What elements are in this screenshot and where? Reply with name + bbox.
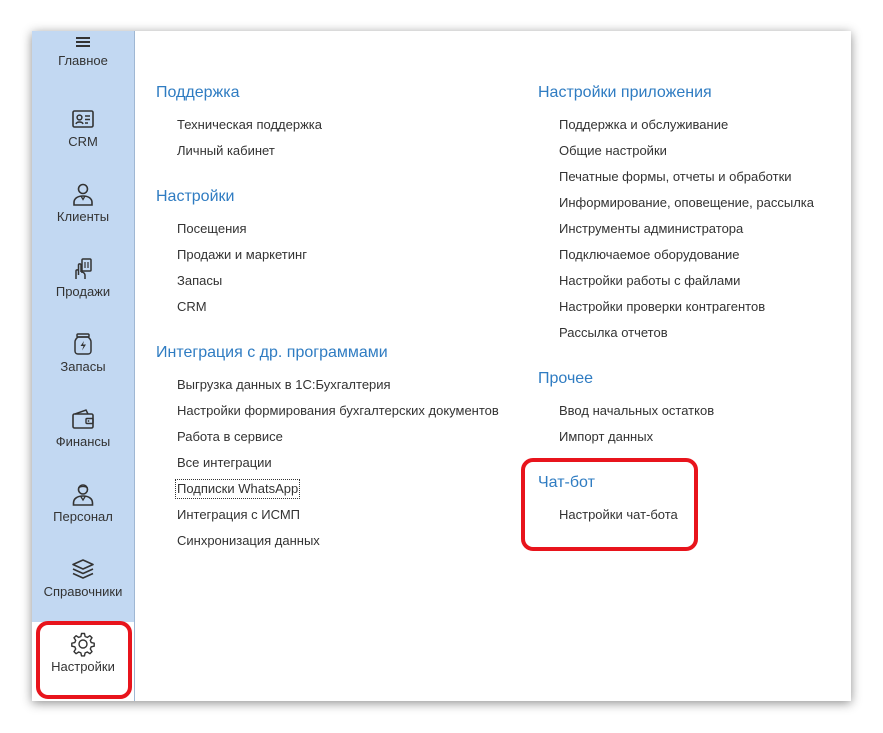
link-notifications[interactable]: Информирование, оповещение, рассылка (559, 195, 814, 211)
link-admin-tools[interactable]: Инструменты администратора (559, 221, 743, 237)
sidebar-item-label: Финансы (55, 434, 111, 449)
link-counterparty-checks[interactable]: Настройки проверки контрагентов (559, 299, 765, 315)
sidebar-item-clients[interactable]: Клиенты (32, 181, 134, 256)
link-opening-balances[interactable]: Ввод начальных остатков (559, 403, 714, 419)
sidebar: Главное CRM Клиенты Продажи Запасы Финан… (32, 31, 135, 701)
settings-panel: Поддержка Техническая поддержка Личный к… (135, 31, 851, 701)
link-export-1c[interactable]: Выгрузка данных в 1С:Бухгалтерия (177, 377, 391, 393)
sidebar-item-label: Клиенты (56, 209, 110, 224)
chatbot-highlight-frame (521, 458, 698, 551)
sidebar-item-sales[interactable]: Продажи (32, 256, 134, 331)
link-tech-support[interactable]: Техническая поддержка (177, 117, 322, 133)
wallet-icon (70, 406, 96, 432)
link-chatbot-settings[interactable]: Настройки чат-бота (559, 507, 678, 523)
sidebar-item-label: Справочники (43, 584, 123, 599)
link-all-integrations[interactable]: Все интеграции (177, 455, 272, 471)
link-whatsapp-subscriptions[interactable]: Подписки WhatsApp (174, 479, 301, 499)
sidebar-item-label: CRM (68, 134, 98, 149)
section-title-app-settings: Настройки приложения (538, 84, 712, 101)
contact-card-icon (70, 106, 96, 132)
link-crm[interactable]: CRM (177, 299, 207, 315)
app-window: Главное CRM Клиенты Продажи Запасы Финан… (32, 31, 851, 701)
sidebar-item-finance[interactable]: Финансы (32, 406, 134, 481)
link-file-settings[interactable]: Настройки работы с файлами (559, 273, 740, 289)
link-visits[interactable]: Посещения (177, 221, 247, 237)
link-stock[interactable]: Запасы (177, 273, 222, 289)
sidebar-item-references[interactable]: Справочники (32, 556, 134, 631)
gear-icon (70, 631, 96, 657)
link-ismp-integration[interactable]: Интеграция с ИСМП (177, 507, 300, 523)
link-support-maintenance[interactable]: Поддержка и обслуживание (559, 117, 728, 133)
section-title-integration: Интеграция с др. программами (156, 344, 388, 361)
link-report-mailing[interactable]: Рассылка отчетов (559, 325, 668, 341)
sidebar-item-settings[interactable]: Настройки (32, 622, 134, 701)
section-title-chatbot: Чат-бот (538, 474, 595, 491)
link-sales-marketing[interactable]: Продажи и маркетинг (177, 247, 307, 263)
link-general-settings[interactable]: Общие настройки (559, 143, 667, 159)
link-print-forms[interactable]: Печатные формы, отчеты и обработки (559, 169, 792, 185)
sidebar-item-crm[interactable]: CRM (32, 106, 134, 181)
stock-jar-icon (70, 331, 96, 357)
section-title-settings: Настройки (156, 188, 235, 205)
sidebar-item-main[interactable]: Главное (32, 31, 134, 81)
sidebar-item-stock[interactable]: Запасы (32, 331, 134, 406)
sidebar-item-label: Запасы (60, 359, 106, 374)
sidebar-item-label: Главное (58, 53, 108, 68)
sales-hand-icon (70, 256, 96, 282)
link-personal-account[interactable]: Личный кабинет (177, 143, 275, 159)
staff-person-icon (70, 481, 96, 507)
sidebar-item-label: Продажи (55, 284, 111, 299)
link-equipment[interactable]: Подключаемое оборудование (559, 247, 740, 263)
menu-icon (75, 31, 91, 51)
link-service-work[interactable]: Работа в сервисе (177, 429, 283, 445)
sidebar-item-staff[interactable]: Персонал (32, 481, 134, 556)
section-title-other: Прочее (538, 370, 594, 387)
link-data-sync[interactable]: Синхронизация данных (177, 533, 320, 549)
layers-icon (70, 556, 96, 582)
section-title-support: Поддержка (156, 84, 240, 101)
link-accounting-docs[interactable]: Настройки формирования бухгалтерских док… (177, 403, 499, 419)
client-person-icon (70, 181, 96, 207)
sidebar-item-label: Настройки (51, 659, 115, 674)
link-data-import[interactable]: Импорт данных (559, 429, 653, 445)
sidebar-item-label: Персонал (53, 509, 113, 524)
